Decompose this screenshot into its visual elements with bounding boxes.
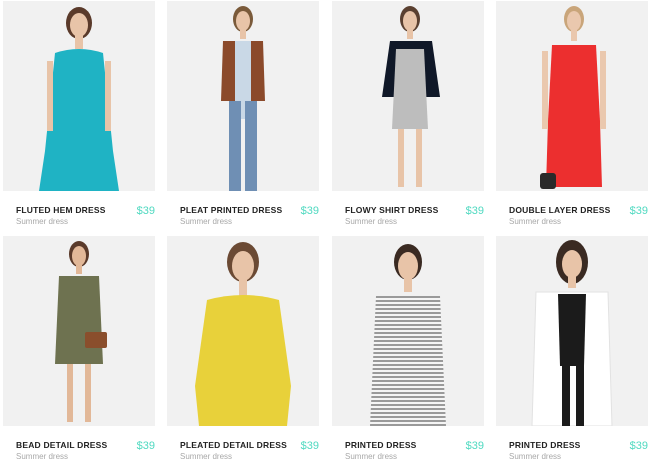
product-grid: FLUTED HEM DRESS Summer dress $39 PLEAT … xyxy=(0,0,650,464)
product-photo[interactable] xyxy=(332,236,484,426)
product-photo[interactable] xyxy=(496,236,648,426)
model-figure xyxy=(540,6,606,189)
product-price: $39 xyxy=(300,205,319,217)
product-card-bead-detail-dress[interactable]: BEAD DETAIL DRESS Summer dress $39 xyxy=(3,236,155,464)
product-price: $39 xyxy=(465,440,484,452)
product-info: FLOWY SHIRT DRESS Summer dress $39 xyxy=(332,191,484,229)
dress-shape xyxy=(370,296,446,426)
product-name[interactable]: FLUTED HEM DRESS xyxy=(16,205,106,215)
model-figure xyxy=(55,241,107,422)
product-photo[interactable] xyxy=(167,1,319,191)
dress-shape xyxy=(55,276,103,364)
model-figure xyxy=(382,6,440,187)
product-card-flowy-shirt-dress[interactable]: FLOWY SHIRT DRESS Summer dress $39 xyxy=(332,1,484,229)
product-photo[interactable] xyxy=(496,1,648,191)
product-subtitle: Summer dress xyxy=(180,452,233,461)
model-figure xyxy=(370,244,446,426)
product-name[interactable]: PLEAT PRINTED DRESS xyxy=(180,205,282,215)
product-subtitle: Summer dress xyxy=(345,217,398,226)
product-price: $39 xyxy=(629,205,648,217)
product-photo[interactable] xyxy=(167,236,319,426)
product-photo[interactable] xyxy=(3,1,155,191)
product-card-pleat-printed-dress[interactable]: PLEAT PRINTED DRESS Summer dress $39 xyxy=(167,1,319,229)
product-info: BEAD DETAIL DRESS Summer dress $39 xyxy=(3,426,155,464)
model-figure xyxy=(39,7,119,191)
product-price: $39 xyxy=(465,205,484,217)
model-figure xyxy=(221,6,265,191)
product-subtitle: Summer dress xyxy=(509,217,562,226)
product-card-printed-dress-striped[interactable]: PRINTED DRESS Summer dress $39 xyxy=(332,236,484,464)
dress-shape xyxy=(558,294,586,366)
product-info: FLUTED HEM DRESS Summer dress $39 xyxy=(3,191,155,229)
product-subtitle: Summer dress xyxy=(180,217,233,226)
product-card-printed-dress-black[interactable]: PRINTED DRESS Summer dress $39 xyxy=(496,236,648,464)
product-price: $39 xyxy=(629,440,648,452)
product-price: $39 xyxy=(136,440,155,452)
product-info: DOUBLE LAYER DRESS Summer dress $39 xyxy=(496,191,648,229)
product-name[interactable]: BEAD DETAIL DRESS xyxy=(16,440,107,450)
model-figure xyxy=(195,242,291,426)
model-figure xyxy=(531,240,613,426)
product-name[interactable]: PRINTED DRESS xyxy=(345,440,417,450)
product-photo[interactable] xyxy=(3,236,155,426)
product-info: PLEATED DETAIL DRESS Summer dress $39 xyxy=(167,426,319,464)
product-info: PRINTED DRESS Summer dress $39 xyxy=(332,426,484,464)
product-info: PLEAT PRINTED DRESS Summer dress $39 xyxy=(167,191,319,229)
product-card-double-layer-dress[interactable]: DOUBLE LAYER DRESS Summer dress $39 xyxy=(496,1,648,229)
product-subtitle: Summer dress xyxy=(509,452,562,461)
product-subtitle: Summer dress xyxy=(345,452,398,461)
product-name[interactable]: PRINTED DRESS xyxy=(509,440,581,450)
product-name[interactable]: FLOWY SHIRT DRESS xyxy=(345,205,438,215)
product-price: $39 xyxy=(300,440,319,452)
product-name[interactable]: PLEATED DETAIL DRESS xyxy=(180,440,287,450)
dress-shape xyxy=(195,295,291,426)
product-name[interactable]: DOUBLE LAYER DRESS xyxy=(509,205,611,215)
product-price: $39 xyxy=(136,205,155,217)
dress-shape xyxy=(392,49,428,129)
product-info: PRINTED DRESS Summer dress $39 xyxy=(496,426,648,464)
product-subtitle: Summer dress xyxy=(16,217,69,226)
dress-shape xyxy=(546,45,602,187)
product-card-fluted-hem-dress[interactable]: FLUTED HEM DRESS Summer dress $39 xyxy=(3,1,155,229)
product-subtitle: Summer dress xyxy=(16,452,69,461)
product-photo[interactable] xyxy=(332,1,484,191)
product-card-pleated-detail-dress[interactable]: PLEATED DETAIL DRESS Summer dress $39 xyxy=(167,236,319,464)
